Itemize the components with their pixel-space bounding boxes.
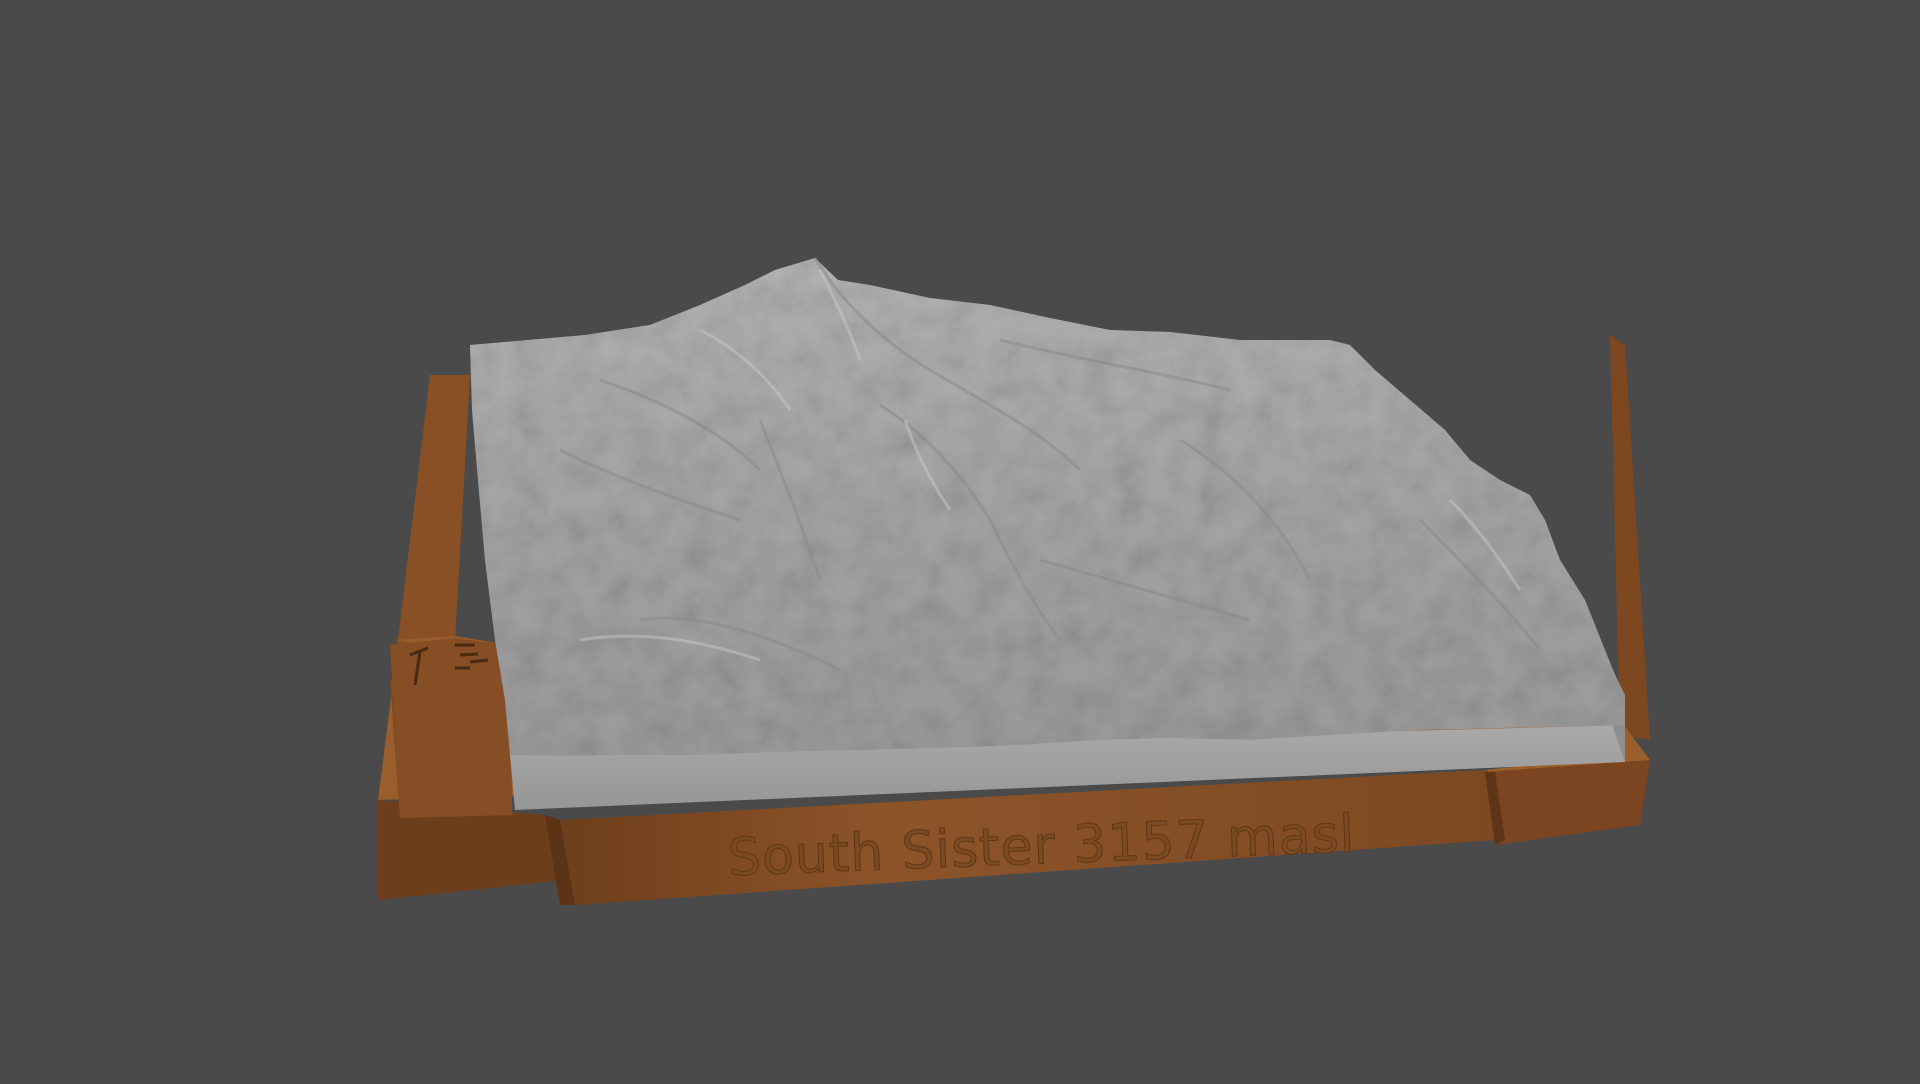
terrain-surface bbox=[470, 258, 1625, 756]
terrain-model-render: South Sister 3157 masl bbox=[378, 257, 1650, 905]
base-stand-face bbox=[390, 638, 512, 818]
base-right-block bbox=[1485, 760, 1650, 845]
3d-viewport: South Sister 3157 masl bbox=[0, 0, 1920, 1080]
